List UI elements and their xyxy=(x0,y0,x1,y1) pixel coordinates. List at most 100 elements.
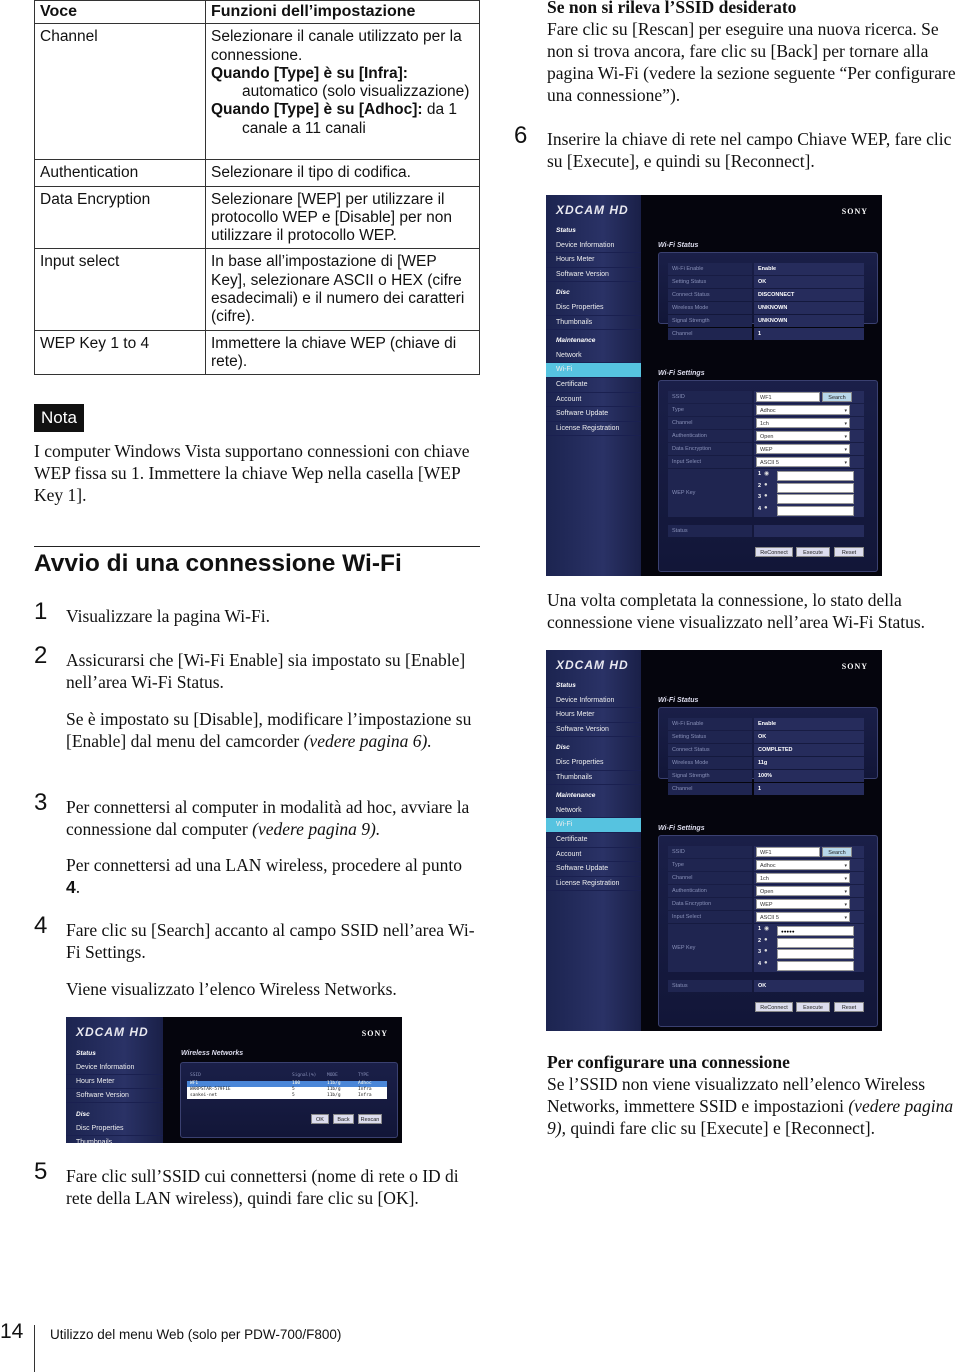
settings-select-input-select[interactable]: ASCII 5 ▾ xyxy=(756,912,850,922)
wep-key-input[interactable] xyxy=(777,471,854,481)
wep-key-radio[interactable]: ● xyxy=(764,493,768,499)
sidebar-item-account[interactable]: Account xyxy=(546,393,641,408)
sidebar-item-disc-properties[interactable]: Disc Properties xyxy=(66,1122,163,1136)
wep-key-input[interactable] xyxy=(777,949,854,959)
settings-label: Authentication xyxy=(668,430,752,442)
status-label: Setting Status xyxy=(668,731,752,743)
execute-button[interactable]: Execute xyxy=(796,547,830,557)
wep-key-input[interactable] xyxy=(777,482,854,493)
wep-key-radio[interactable]: ● xyxy=(764,505,768,511)
settings-select-channel[interactable]: 1ch ▾ xyxy=(756,873,850,883)
settings-select-data-encryption[interactable]: WEP ▾ xyxy=(756,899,850,909)
sidebar-item-disc-properties[interactable]: Disc Properties xyxy=(546,301,641,316)
sidebar-item-hours-meter[interactable]: Hours Meter xyxy=(546,708,641,723)
network-cell: sankei-net xyxy=(190,1093,218,1098)
step-number: 2 xyxy=(34,642,48,669)
dropdown-arrow-icon: ▾ xyxy=(844,434,847,440)
sidebar-item-hours-meter[interactable]: Hours Meter xyxy=(546,253,641,268)
note-badge: Nota xyxy=(34,404,84,432)
sidebar-item-thumbnails[interactable]: Thumbnails xyxy=(546,316,641,331)
wep-key-radio[interactable]: ◉ xyxy=(764,470,769,477)
networks-table: SSID Signal(%) MODE TYPE WF1 100 11b/g Adhoc WAR… xyxy=(187,1073,387,1106)
settings-select-input-select[interactable]: ASCII 5 ▾ xyxy=(756,457,850,467)
wireless-networks-screenshot: XDCAM HD SONY Status Device Information Hour… xyxy=(66,1017,402,1143)
wep-key-input[interactable] xyxy=(777,494,854,504)
sidebar-item-device-information[interactable]: Device Information xyxy=(546,694,641,709)
step-text: Per connettersi al computer in modalità … xyxy=(66,796,482,840)
settings-label: Channel xyxy=(668,872,752,884)
column-header: Voce xyxy=(34,0,206,25)
desc-cell: Selezionare il tipo di codifica. xyxy=(205,159,480,187)
settings-label: Data Encryption xyxy=(668,898,752,910)
sidebar-item-hours-meter[interactable]: Hours Meter xyxy=(66,1075,163,1089)
sony-logo: SONY xyxy=(361,1029,388,1038)
search-button[interactable]: Search xyxy=(822,392,852,402)
network-row[interactable]: sankei-net 5 11b/g Infra xyxy=(187,1093,387,1099)
sidebar-item-license-registration[interactable]: License Registration xyxy=(546,877,641,892)
settings-select-data-encryption[interactable]: WEP ▾ xyxy=(756,444,850,454)
wep-key-radio[interactable]: ● xyxy=(764,948,768,954)
sidebar-item-wi-fi[interactable]: Wi-Fi xyxy=(546,363,641,378)
desc-indent: automatico (solo visualizzazione) xyxy=(242,83,470,101)
search-button[interactable]: Search xyxy=(822,847,852,857)
sidebar-item-license-registration[interactable]: License Registration xyxy=(546,422,641,437)
sidebar-item-wi-fi[interactable]: Wi-Fi xyxy=(546,818,641,833)
wep-key-index: 3 xyxy=(758,494,762,500)
sidebar-item-certificate[interactable]: Certificate xyxy=(546,378,641,393)
sidebar-item-device-information[interactable]: Device Information xyxy=(546,239,641,254)
ok-button[interactable]: OK xyxy=(311,1114,329,1124)
network-cell: 11b/g xyxy=(327,1093,341,1098)
wep-key-radio[interactable]: ● xyxy=(764,482,768,488)
reconnect-button[interactable]: ReConnect xyxy=(755,547,793,557)
execute-button[interactable]: Execute xyxy=(796,1002,830,1012)
sidebar-item-software-update[interactable]: Software Update xyxy=(546,862,641,877)
not-found-text: Fare clic su [Rescan] per eseguire una n… xyxy=(547,19,956,105)
wep-key-input[interactable] xyxy=(777,937,854,948)
sidebar-item-software-update[interactable]: Software Update xyxy=(546,407,641,422)
sidebar-item-network[interactable]: Network xyxy=(546,804,641,819)
reset-button[interactable]: Reset xyxy=(834,1002,864,1012)
sidebar-group-label: Disc xyxy=(556,289,570,297)
wep-key-input[interactable] xyxy=(777,960,854,971)
sidebar-item-software-version[interactable]: Software Version xyxy=(546,268,641,283)
wifi-settings-title: Wi-Fi Settings xyxy=(658,370,705,377)
step-text: Fare clic su [Search] accanto al campo S… xyxy=(66,920,475,962)
settings-select-channel[interactable]: 1ch ▾ xyxy=(756,418,850,428)
step-subtext: Viene visualizzato l’elenco Wireless Net… xyxy=(66,979,397,999)
settings-select-authentication[interactable]: Open ▾ xyxy=(756,431,850,441)
rescan-button[interactable]: Rescan xyxy=(358,1114,382,1124)
network-cell: Infra xyxy=(358,1093,372,1098)
sidebar-item-disc-properties[interactable]: Disc Properties xyxy=(546,756,641,771)
wep-key-input[interactable]: ●●●●● xyxy=(777,926,854,936)
settings-select-type[interactable]: Adhoc ▾ xyxy=(756,405,850,415)
reconnect-button[interactable]: ReConnect xyxy=(755,1002,793,1012)
settings-label: Type xyxy=(668,859,752,871)
settings-label: Channel xyxy=(668,417,752,429)
sidebar-item-network[interactable]: Network xyxy=(546,349,641,364)
settings-select-type[interactable]: Adhoc ▾ xyxy=(756,860,850,870)
wep-key-radio[interactable]: ● xyxy=(764,937,768,943)
sidebar-item-software-version[interactable]: Software Version xyxy=(66,1089,163,1103)
sidebar-item-thumbnails[interactable]: Thumbnails xyxy=(546,771,641,786)
wep-key-index: 1 xyxy=(758,471,762,477)
settings-select-authentication[interactable]: Open ▾ xyxy=(756,886,850,896)
sidebar-item-thumbnails[interactable]: Thumbnails xyxy=(66,1136,163,1143)
reset-button[interactable]: Reset xyxy=(834,547,864,557)
wep-key-radio[interactable]: ● xyxy=(764,960,768,966)
back-button[interactable]: Back xyxy=(333,1114,354,1124)
wep-key-radio[interactable]: ◉ xyxy=(764,925,769,932)
sidebar-item-device-information[interactable]: Device Information xyxy=(66,1061,163,1075)
ssid-input[interactable]: WF1 xyxy=(756,847,820,857)
sidebar-item-software-version[interactable]: Software Version xyxy=(546,723,641,738)
ssid-input[interactable]: WF1 xyxy=(756,392,820,402)
step-subtext: Per connettersi ad una LAN wireless, pro… xyxy=(66,854,466,898)
column-header: Funzioni dell’impostazione xyxy=(205,0,480,25)
status-label: Signal Strength xyxy=(668,770,752,782)
step-text: Fare clic sull’SSID cui connettersi (nom… xyxy=(66,1166,459,1208)
status-value: 11g xyxy=(754,757,864,769)
sidebar-item-certificate[interactable]: Certificate xyxy=(546,833,641,848)
desc-bold: Quando [Type] è su [Adhoc]: xyxy=(211,101,423,119)
wep-key-input[interactable] xyxy=(777,505,854,516)
dropdown-arrow-icon: ▾ xyxy=(844,447,847,453)
sidebar-item-account[interactable]: Account xyxy=(546,848,641,863)
